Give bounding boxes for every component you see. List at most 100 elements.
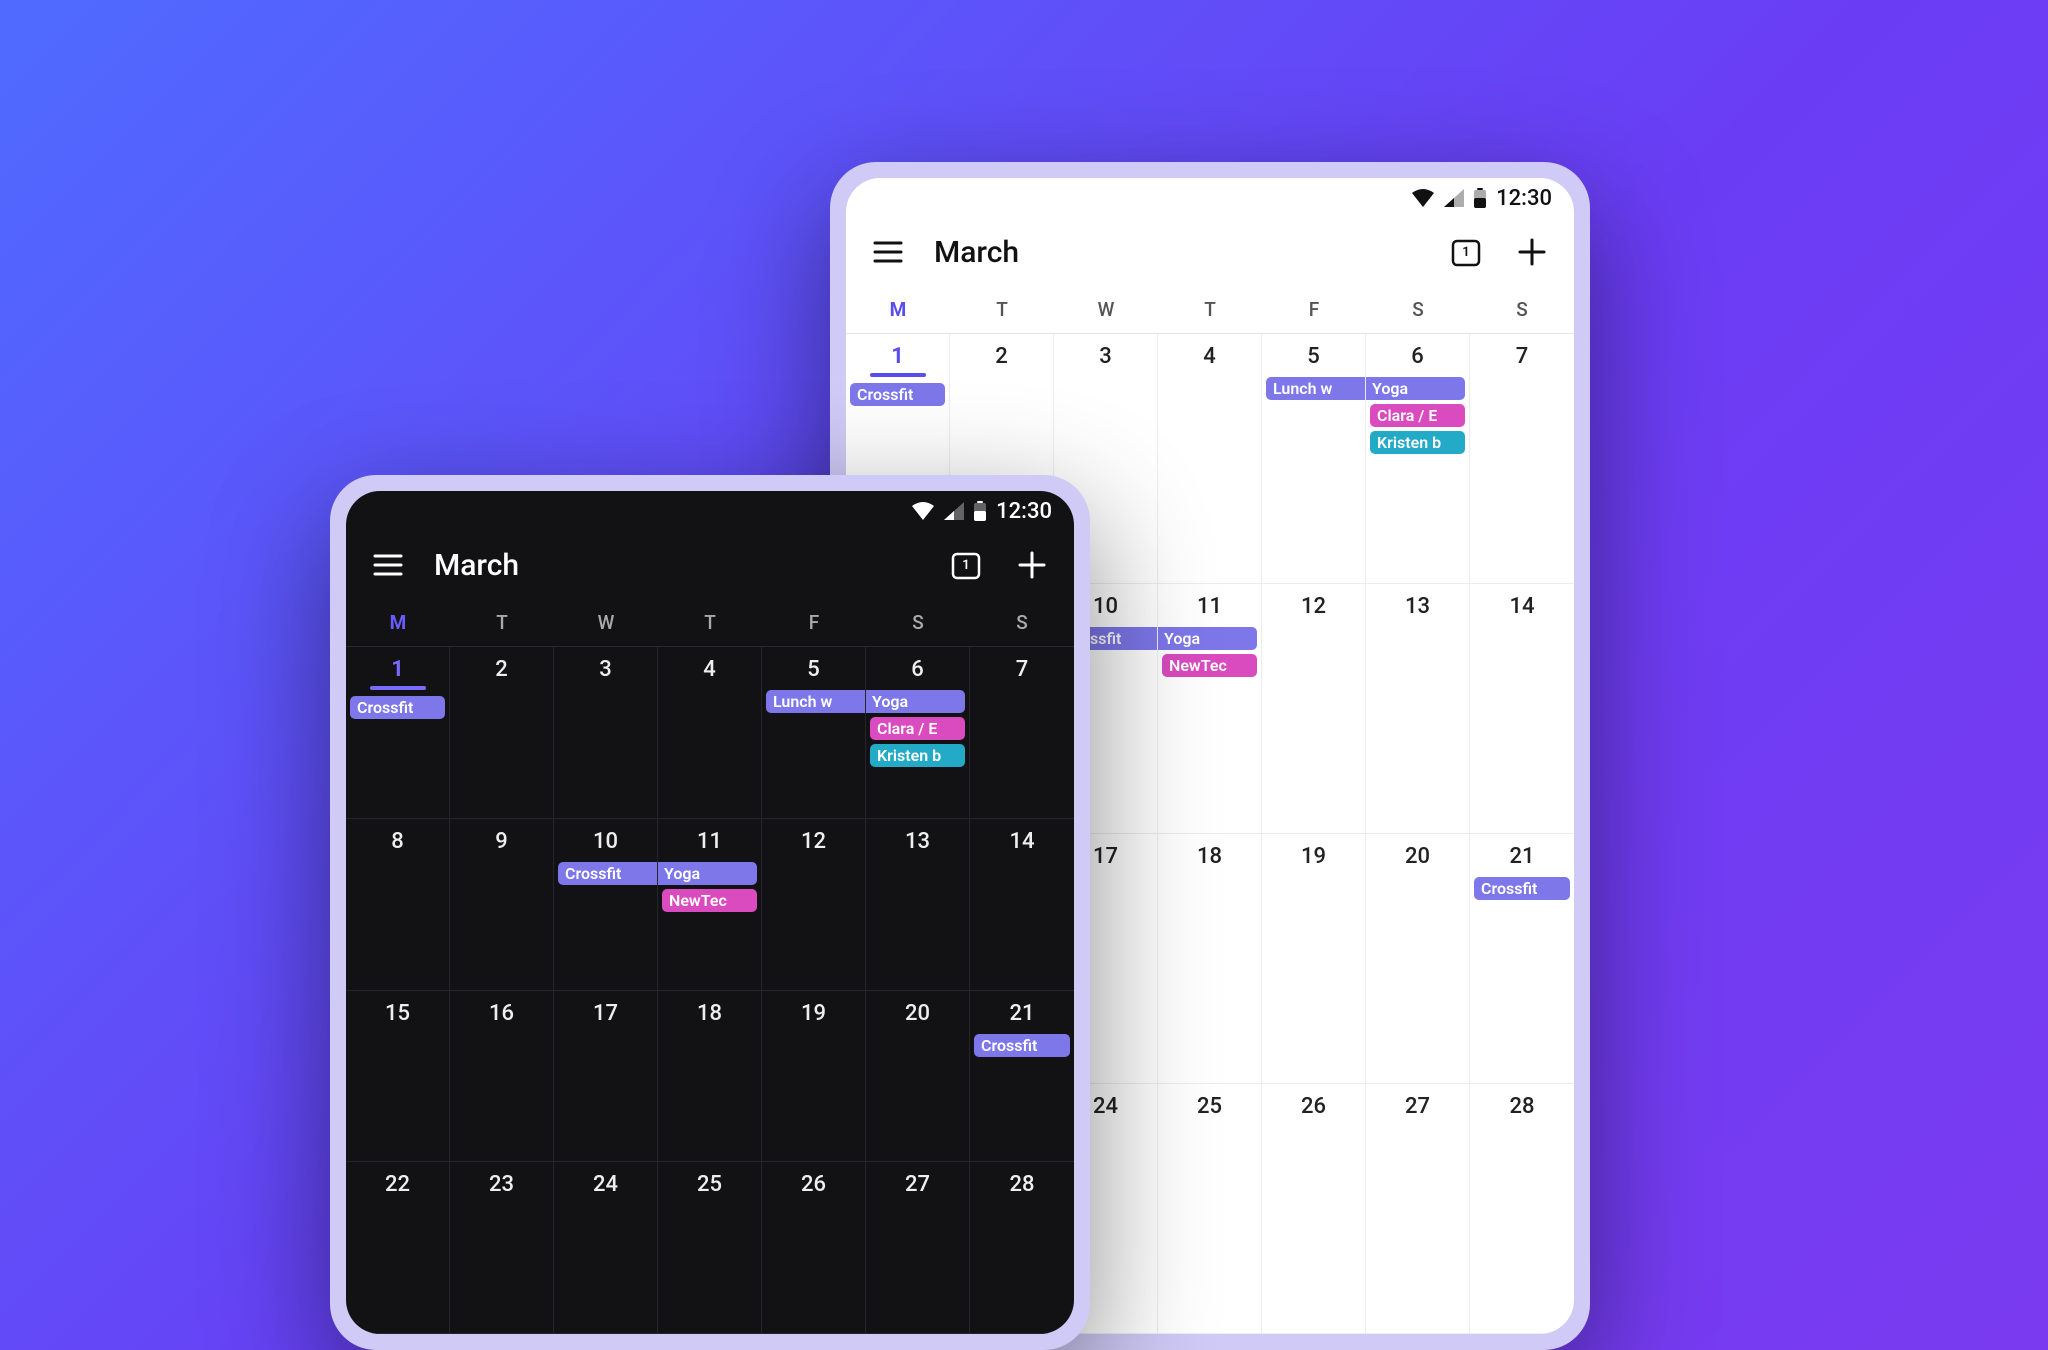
calendar-cell[interactable]: 21Crossfit [1470, 834, 1574, 1084]
today-button-number: 1 [1462, 245, 1469, 260]
calendar-cell[interactable]: 8 [346, 819, 450, 991]
day-number: 12 [766, 829, 861, 854]
calendar-cell[interactable]: 15 [346, 991, 450, 1163]
event-pill[interactable]: Crossfit [850, 383, 945, 406]
calendar-cell[interactable]: 26 [762, 1162, 866, 1334]
weekday-label: T [450, 611, 554, 634]
event-pill[interactable]: Kristen b [870, 744, 965, 767]
calendar-cell[interactable]: 25 [658, 1162, 762, 1334]
today-indicator [370, 686, 426, 690]
calendar-cell[interactable]: 27 [866, 1162, 970, 1334]
calendar-cell[interactable]: 4 [658, 647, 762, 819]
calendar-cell[interactable]: 11 Yoga NewTec [658, 819, 762, 991]
today-button[interactable]: 1 [1446, 232, 1486, 272]
calendar-cell[interactable]: 21Crossfit [970, 991, 1074, 1163]
calendar-cell[interactable]: 20 [1366, 834, 1470, 1084]
event-pill[interactable]: Lunch w [766, 690, 866, 713]
calendar-cell[interactable]: 5 Lunch w [762, 647, 866, 819]
event-pill[interactable]: Lunch w [1266, 377, 1366, 400]
status-bar: 12:30 [346, 491, 1074, 531]
weekday-label: F [762, 611, 866, 634]
day-number: 8 [350, 829, 445, 854]
event-pill[interactable]: Yoga [658, 862, 757, 885]
day-number: 17 [558, 1001, 653, 1026]
calendar-cell[interactable]: 19 [762, 991, 866, 1163]
day-number: 1 [350, 657, 445, 682]
calendar-cell[interactable]: 13 [1366, 584, 1470, 834]
calendar-cell[interactable]: 12 [1262, 584, 1366, 834]
battery-icon [1474, 188, 1486, 208]
weekday-label: W [1054, 298, 1158, 321]
calendar-cell[interactable]: 6YogaClara / EKristen b [1366, 334, 1470, 584]
calendar-cell[interactable]: 9 [450, 819, 554, 991]
calendar-cell[interactable]: 20 [866, 991, 970, 1163]
weekday-label: S [970, 611, 1074, 634]
event-pill[interactable]: Yoga [1158, 627, 1257, 650]
weekday-row: MTWTFSS [846, 290, 1574, 334]
calendar-cell[interactable]: 18 [658, 991, 762, 1163]
weekday-row: MTWTFSS [346, 603, 1074, 647]
calendar-cell[interactable]: 17 [554, 991, 658, 1163]
weekday-label: S [866, 611, 970, 634]
day-number: 14 [1474, 594, 1570, 619]
event-pill[interactable]: NewTec [1162, 654, 1257, 677]
day-number: 3 [558, 657, 653, 682]
day-number: 5 [766, 657, 861, 682]
calendar-grid[interactable]: 1Crossfit2345Lunch w6YogaClara / EKriste… [346, 647, 1074, 1334]
day-number: 25 [662, 1172, 757, 1197]
weekday-label: S [1366, 298, 1470, 321]
day-number: 9 [454, 829, 549, 854]
menu-button[interactable] [868, 232, 908, 272]
event-pill[interactable]: Yoga [1366, 377, 1465, 400]
calendar-cell[interactable]: 28 [1470, 1084, 1574, 1334]
calendar-cell[interactable]: 25 [1158, 1084, 1262, 1334]
day-number: 2 [454, 657, 549, 682]
calendar-cell[interactable]: 6YogaClara / EKristen b [866, 647, 970, 819]
calendar-cell[interactable]: 13 [866, 819, 970, 991]
event-pill[interactable]: NewTec [662, 889, 757, 912]
calendar-cell[interactable]: 16 [450, 991, 554, 1163]
calendar-cell[interactable]: 26 [1262, 1084, 1366, 1334]
event-pill[interactable]: Clara / E [1370, 404, 1465, 427]
calendar-cell[interactable]: 19 [1262, 834, 1366, 1084]
calendar-cell[interactable]: 23 [450, 1162, 554, 1334]
event-pill[interactable]: Crossfit [974, 1034, 1070, 1057]
calendar-cell[interactable]: 27 [1366, 1084, 1470, 1334]
calendar-cell[interactable]: 4 [1158, 334, 1262, 584]
calendar-cell[interactable]: 12 [762, 819, 866, 991]
event-pill[interactable]: Crossfit [1474, 877, 1570, 900]
day-number: 26 [766, 1172, 861, 1197]
day-number: 3 [1058, 344, 1153, 369]
calendar-cell[interactable]: 7 [1470, 334, 1574, 584]
calendar-cell[interactable]: 3 [554, 647, 658, 819]
calendar-cell[interactable]: 11YogaNewTec [1158, 584, 1262, 834]
calendar-cell[interactable]: 18 [1158, 834, 1262, 1084]
event-pill[interactable]: Kristen b [1370, 431, 1465, 454]
calendar-cell[interactable]: 28 [970, 1162, 1074, 1334]
calendar-cell[interactable]: 14 [970, 819, 1074, 991]
event-pill[interactable]: Clara / E [870, 717, 965, 740]
calendar-cell[interactable]: 10 Crossfit [554, 819, 658, 991]
day-number: 22 [350, 1172, 445, 1197]
day-number: 10 [558, 829, 653, 854]
day-number: 7 [1474, 344, 1570, 369]
calendar-cell[interactable]: 2 [450, 647, 554, 819]
day-number: 27 [1370, 1094, 1465, 1119]
add-button[interactable] [1012, 545, 1052, 585]
status-bar: 12:30 [846, 178, 1574, 218]
add-button[interactable] [1512, 232, 1552, 272]
day-number: 11 [662, 829, 757, 854]
battery-icon [974, 501, 986, 521]
calendar-cell[interactable]: 5Lunch w [1262, 334, 1366, 584]
event-pill[interactable]: Yoga [866, 690, 965, 713]
calendar-cell[interactable]: 22 [346, 1162, 450, 1334]
today-button[interactable]: 1 [946, 545, 986, 585]
event-pill[interactable]: Crossfit [558, 862, 658, 885]
calendar-cell[interactable]: 24 [554, 1162, 658, 1334]
calendar-cell[interactable]: 14 [1470, 584, 1574, 834]
menu-button[interactable] [368, 545, 408, 585]
calendar-cell[interactable]: 7 [970, 647, 1074, 819]
event-pill[interactable]: Crossfit [350, 696, 445, 719]
calendar-cell[interactable]: 1 Crossfit [346, 647, 450, 819]
day-number: 14 [974, 829, 1070, 854]
